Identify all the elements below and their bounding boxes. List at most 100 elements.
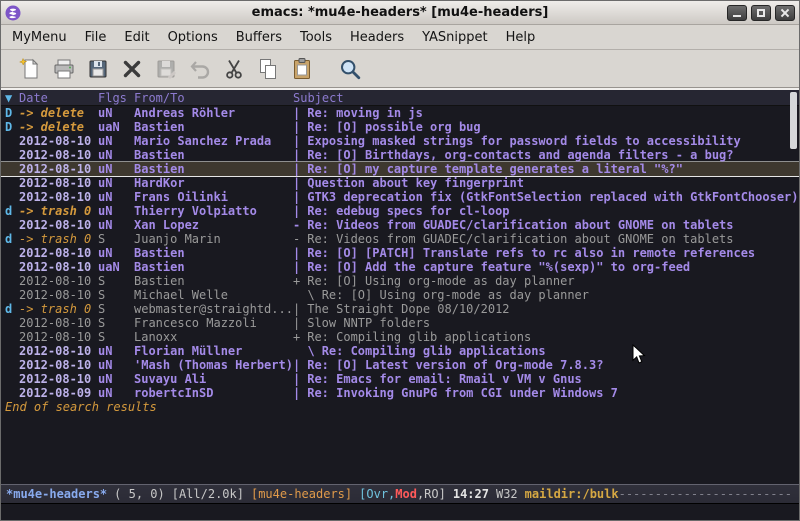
kill-buffer-button[interactable]: [115, 53, 149, 85]
message-row[interactable]: 2012-08-10 uN Bastien | Re: [O] my captu…: [1, 162, 799, 176]
message-flags: S: [98, 274, 134, 288]
message-subject: Re: [O] Birthdays, org-contacts and agen…: [300, 148, 799, 162]
message-row[interactable]: 2012-08-10 uN Suvayu Ali | Re: Emacs for…: [1, 372, 799, 386]
message-row[interactable]: d -> trash 0 S webmaster@straightd... | …: [1, 302, 799, 316]
save-as-button[interactable]: [149, 53, 183, 85]
message-row[interactable]: 2012-08-10 uN HardKor | Question about k…: [1, 176, 799, 190]
maximize-button[interactable]: [751, 5, 771, 21]
search-button[interactable]: [333, 53, 367, 85]
mode-line: *mu4e-headers* ( 5, 0) [All/2.0k] [mu4e-…: [1, 484, 799, 504]
message-mark: [1, 134, 19, 148]
message-mark: D: [1, 106, 19, 120]
column-header-flags[interactable]: Flgs: [98, 91, 134, 105]
message-thread-prefix: |: [293, 120, 300, 134]
paste-button[interactable]: [285, 53, 319, 85]
menu-item-options[interactable]: Options: [159, 27, 227, 48]
message-flags: uaN: [98, 120, 134, 134]
message-row[interactable]: 2012-08-10 uN Bastien | Re: [O] [PATCH] …: [1, 246, 799, 260]
message-thread-prefix: |: [293, 260, 300, 274]
message-from: Bastien: [134, 120, 293, 134]
message-thread-prefix: +: [293, 274, 300, 288]
modeline-maildir: maildir:/bulk: [525, 487, 619, 501]
menu-item-headers[interactable]: Headers: [341, 27, 413, 48]
modeline-filler-dashes: ----------------------------------------…: [619, 487, 794, 501]
message-row[interactable]: 2012-08-10 S Bastien + Re: [O] Using org…: [1, 274, 799, 288]
message-mark: [1, 344, 19, 358]
message-flags: uN: [98, 344, 134, 358]
message-date: -> trash 0: [19, 232, 98, 246]
message-date: 2012-08-10: [19, 148, 98, 162]
cut-button[interactable]: [217, 53, 251, 85]
message-row[interactable]: 2012-08-10 S Francesco Mazzoli | Slow NN…: [1, 316, 799, 330]
menu-item-file[interactable]: File: [76, 27, 116, 48]
message-from: Bastien: [134, 148, 293, 162]
undo-button[interactable]: [183, 53, 217, 85]
message-subject: Slow NNTP folders: [300, 316, 799, 330]
message-thread-prefix: |: [293, 372, 300, 386]
message-date: 2012-08-10: [19, 358, 98, 372]
message-row[interactable]: d -> trash 0 S Juanjo Marin - Re: Videos…: [1, 232, 799, 246]
message-row[interactable]: D -> delete uaN Bastien | Re: [O] possib…: [1, 120, 799, 134]
message-mark: [1, 148, 19, 162]
message-from: Francesco Mazzoli: [134, 316, 293, 330]
message-row[interactable]: 2012-08-10 S Lanoxx + Re: Compiling glib…: [1, 330, 799, 344]
scrollbar[interactable]: [790, 90, 797, 484]
message-row[interactable]: 2012-08-10 uN Frans Oilinki | GTK3 depre…: [1, 190, 799, 204]
message-row[interactable]: 2012-08-10 uaN Bastien | Re: [O] Add the…: [1, 260, 799, 274]
message-subject: Re: edebug specs for cl-loop: [300, 204, 799, 218]
message-flags: uN: [98, 246, 134, 260]
message-from: Mario Sanchez Prada: [134, 134, 293, 148]
save-icon: [86, 57, 110, 81]
message-date: 2012-08-10: [19, 134, 98, 148]
message-subject: Re: [O] Using org-mode as day planner: [300, 274, 799, 288]
column-header-date[interactable]: Date: [19, 91, 98, 105]
message-flags: uN: [98, 106, 134, 120]
column-header-subject[interactable]: Subject: [293, 91, 799, 105]
save-button[interactable]: [81, 53, 115, 85]
message-from: Bastien: [134, 260, 293, 274]
new-file-button[interactable]: [13, 53, 47, 85]
message-row[interactable]: 2012-08-10 uN Bastien | Re: [O] Birthday…: [1, 148, 799, 162]
scrollbar-thumb[interactable]: [790, 92, 797, 149]
message-flags: uN: [98, 372, 134, 386]
menu-item-help[interactable]: Help: [497, 27, 545, 48]
message-from: robertcInSD: [134, 386, 293, 400]
menu-item-yasnippet[interactable]: YASnippet: [413, 27, 497, 48]
undo-icon: [188, 57, 212, 81]
message-thread-prefix: |: [293, 316, 300, 330]
message-from: HardKor: [134, 176, 293, 190]
message-thread-prefix: |: [293, 190, 300, 204]
message-row[interactable]: D -> delete uN Andreas Röhler | Re: movi…: [1, 106, 799, 120]
message-row[interactable]: d -> trash 0 uN Thierry Volpiatto | Re: …: [1, 204, 799, 218]
message-subject: Re: moving in js: [300, 106, 799, 120]
message-flags: S: [98, 302, 134, 316]
message-row[interactable]: 2012-08-10 uN Florian Müllner \ Re: Comp…: [1, 344, 799, 358]
close-button[interactable]: [775, 5, 795, 21]
message-mark: [1, 274, 19, 288]
menu-item-buffers[interactable]: Buffers: [227, 27, 291, 48]
minimize-button[interactable]: [727, 5, 747, 21]
print-button[interactable]: [47, 53, 81, 85]
message-row[interactable]: 2012-08-10 uN Mario Sanchez Prada | Expo…: [1, 134, 799, 148]
column-header-from[interactable]: From/To: [134, 91, 293, 105]
message-mark: [1, 162, 19, 176]
modeline-major-mode[interactable]: [mu4e-headers]: [251, 487, 352, 501]
modeline-buffer-name[interactable]: *mu4e-headers*: [6, 487, 107, 501]
message-subject: Re: Invoking GnuPG from CGI under Window…: [300, 386, 799, 400]
copy-button[interactable]: [251, 53, 285, 85]
message-row[interactable]: 2012-08-10 uN Xan Lopez - Re: Videos fro…: [1, 218, 799, 232]
message-from: Xan Lopez: [134, 218, 293, 232]
window-title: emacs: *mu4e-headers* [mu4e-headers]: [1, 5, 799, 20]
message-thread-prefix: \: [293, 344, 315, 358]
message-row[interactable]: 2012-08-10 uN 'Mash (Thomas Herbert) | R…: [1, 358, 799, 372]
message-list: D -> delete uN Andreas Röhler | Re: movi…: [1, 106, 799, 400]
menu-item-tools[interactable]: Tools: [291, 27, 341, 48]
menu-item-edit[interactable]: Edit: [115, 27, 158, 48]
message-from: Bastien: [134, 274, 293, 288]
menu-item-mymenu[interactable]: MyMenu: [3, 27, 76, 48]
message-subject: Re: Compiling glib applications: [315, 344, 799, 358]
message-row[interactable]: 2012-08-10 S Michael Welle \ Re: [O] Usi…: [1, 288, 799, 302]
message-mark: [1, 330, 19, 344]
message-flags: S: [98, 288, 134, 302]
message-row[interactable]: 2012-08-09 uN robertcInSD | Re: Invoking…: [1, 386, 799, 400]
